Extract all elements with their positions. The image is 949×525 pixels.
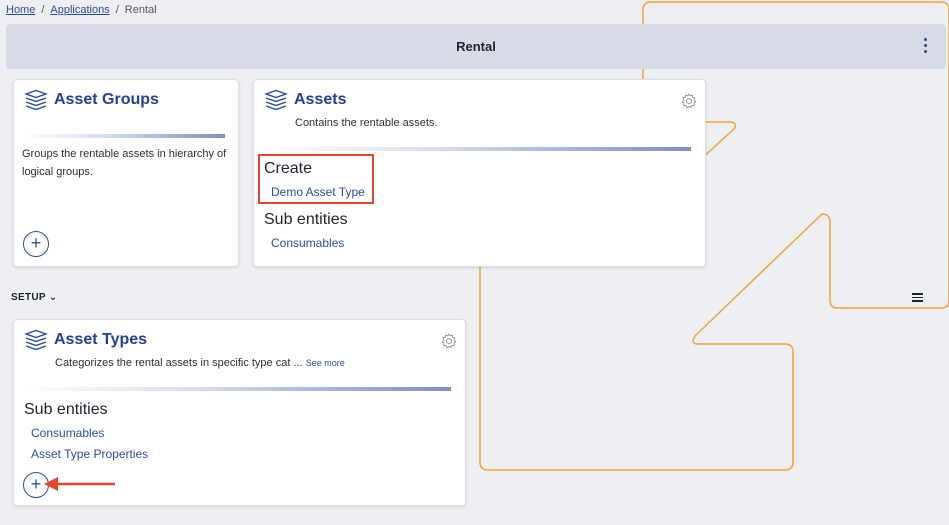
sub-entities-heading: Sub entities	[264, 211, 348, 228]
create-demo-asset-type-link[interactable]: Demo Asset Type	[271, 185, 365, 199]
assets-description: Contains the rentable assets.	[295, 117, 438, 129]
asset-groups-description: Groups the rentable assets in hierarchy …	[22, 148, 227, 178]
setup-label: SETUP	[11, 292, 46, 303]
breadcrumb-applications[interactable]: Applications	[50, 4, 109, 16]
chevron-down-icon: ⌄	[48, 292, 58, 303]
asset-types-description-text: Categorizes the rental assets in specifi…	[55, 357, 303, 369]
layers-icon	[24, 329, 48, 351]
kebab-menu-icon[interactable]	[922, 38, 928, 56]
breadcrumb-current: Rental	[124, 4, 157, 16]
layers-icon	[264, 89, 288, 111]
asset-types-description: Categorizes the rental assets in specifi…	[55, 354, 345, 372]
asset-types-card: Asset Types Categorizes the rental asset…	[13, 319, 466, 506]
add-asset-group-button[interactable]: +	[23, 231, 49, 257]
divider	[262, 147, 691, 151]
breadcrumb-home[interactable]: Home	[6, 4, 35, 16]
add-asset-type-button[interactable]: +	[23, 472, 49, 498]
asset-types-title[interactable]: Asset Types	[54, 331, 147, 349]
consumables-link[interactable]: Consumables	[271, 236, 344, 250]
divider	[22, 387, 451, 391]
layers-icon	[24, 89, 48, 111]
gear-icon[interactable]	[441, 333, 457, 349]
page-header: Rental	[6, 24, 946, 69]
consumables-link[interactable]: Consumables	[31, 426, 104, 440]
assets-card: Assets Contains the rentable assets. Cre…	[253, 79, 706, 267]
create-heading: Create	[264, 160, 313, 177]
asset-type-properties-link[interactable]: Asset Type Properties	[31, 447, 148, 461]
page-title: Rental	[456, 39, 496, 54]
sub-entities-heading: Sub entities	[24, 401, 108, 418]
gear-icon[interactable]	[681, 93, 697, 109]
see-more-link[interactable]: See more	[306, 358, 345, 368]
assets-title[interactable]: Assets	[294, 91, 346, 109]
asset-groups-title[interactable]: Asset Groups	[54, 91, 159, 109]
asset-groups-card: Asset Groups Groups the rentable assets …	[13, 79, 239, 267]
divider	[22, 134, 225, 138]
hamburger-menu-icon[interactable]	[912, 293, 923, 302]
setup-section-toggle[interactable]: SETUP ⌄	[11, 292, 57, 303]
breadcrumb: Home / Applications / Rental	[6, 4, 157, 16]
